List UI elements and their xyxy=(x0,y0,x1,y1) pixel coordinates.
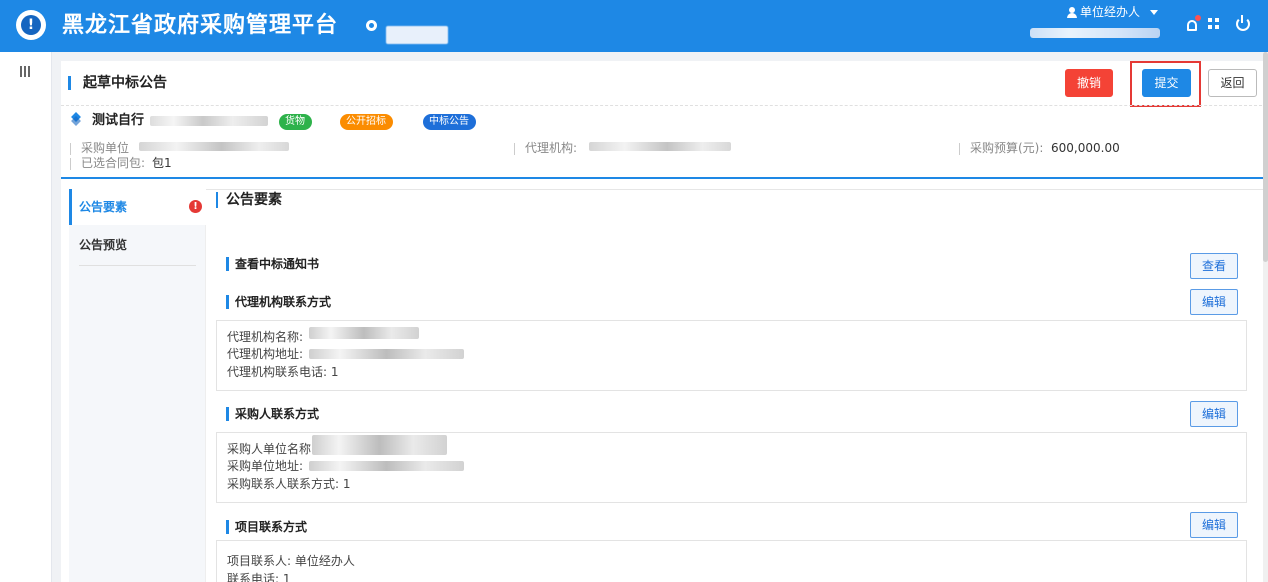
agency-label: 代理机构: xyxy=(525,141,578,155)
header-divider xyxy=(61,105,1267,106)
section-title-project: 项目联系方式 xyxy=(235,520,308,534)
left-rail xyxy=(0,52,52,582)
agency-phone-line: 代理机构联系电话: 1 xyxy=(227,365,339,379)
section-title-agency: 代理机构联系方式 xyxy=(235,295,332,309)
tag-open-label: 公开招标 xyxy=(346,116,386,127)
nav-item-label: 公告要素 xyxy=(79,200,128,214)
location-icon[interactable] xyxy=(366,20,377,31)
project-contact-line: 项目联系人: 单位经办人 xyxy=(227,554,355,568)
nav-item-notice-preview[interactable]: 公告预览 xyxy=(69,227,206,263)
edit-agency-button[interactable]: 编辑 xyxy=(1190,289,1238,315)
purchaser-info-box: 采购人单位名称: 采购单位地址: 采购联系人联系方式: 1 xyxy=(216,432,1247,503)
tag-open-bid: 公开招标 xyxy=(340,114,393,130)
logo-icon xyxy=(16,10,46,40)
page-scrollbar[interactable] xyxy=(1263,52,1268,582)
nav-divider xyxy=(79,265,196,266)
cancel-button[interactable]: 撤销 xyxy=(1065,69,1113,97)
section-accent xyxy=(226,295,229,309)
project-info-box: 项目联系人: 单位经办人 联系电话: 1 xyxy=(216,540,1247,582)
tag-award: 中标公告 xyxy=(423,114,476,130)
agency-address-blurred xyxy=(309,349,464,359)
agency-info-box: 代理机构名称: 代理机构地址: 代理机构联系电话: 1 xyxy=(216,320,1247,391)
section-accent xyxy=(226,257,229,271)
bell-icon[interactable] xyxy=(1187,20,1197,31)
budget-label: 采购预算(元): xyxy=(970,141,1044,155)
budget-value: 600,000.00 xyxy=(1051,141,1120,155)
form-title: 公告要素 xyxy=(226,192,282,208)
user-role-dropdown[interactable]: 单位经办人 xyxy=(1080,4,1140,20)
meta-separator xyxy=(959,143,960,155)
purchaser-address-line: 采购单位地址: xyxy=(227,459,304,473)
section-title-purchaser: 采购人联系方式 xyxy=(235,407,320,421)
purchaser-contact-line: 采购联系人联系方式: 1 xyxy=(227,477,351,491)
nav-item-label: 公告预览 xyxy=(79,238,128,252)
meta-separator xyxy=(70,143,71,155)
section-accent xyxy=(226,407,229,421)
layers-icon xyxy=(70,112,82,124)
expand-icon[interactable] xyxy=(1208,18,1221,31)
top-header: 黑龙江省政府采购管理平台 单位经办人 xyxy=(0,0,1268,52)
purchase-unit-blurred xyxy=(139,142,289,151)
submit-button[interactable]: 提交 xyxy=(1142,69,1191,97)
menu-icon[interactable] xyxy=(20,66,30,77)
view-notice-button[interactable]: 查看 xyxy=(1190,253,1238,279)
nav-item-notice-elements[interactable]: 公告要素 ! xyxy=(69,189,206,225)
notification-dot xyxy=(1195,15,1201,21)
project-name: 测试自行 xyxy=(92,113,145,128)
purchaser-name-line: 采购人单位名称: xyxy=(227,442,316,456)
section-title-notice: 查看中标通知书 xyxy=(235,257,320,271)
power-icon[interactable] xyxy=(1236,15,1250,31)
purchase-unit-label: 采购单位 xyxy=(81,141,130,155)
edit-purchaser-button[interactable]: 编辑 xyxy=(1190,401,1238,427)
tag-award-label: 中标公告 xyxy=(429,116,469,127)
selected-contract-value: 包1 xyxy=(152,156,172,170)
region-blurred xyxy=(386,26,448,44)
meta-separator xyxy=(70,158,71,170)
side-nav: 公告要素 ! 公告预览 xyxy=(69,189,206,582)
purchaser-address-blurred xyxy=(309,461,464,471)
agency-name-line: 代理机构名称: xyxy=(227,330,304,344)
agency-address-line: 代理机构地址: xyxy=(227,347,304,361)
org-name-blurred xyxy=(1030,28,1160,38)
section-accent xyxy=(226,520,229,534)
back-button[interactable]: 返回 xyxy=(1208,69,1257,97)
app-title: 黑龙江省政府采购管理平台 xyxy=(62,13,339,38)
project-phone-line: 联系电话: 1 xyxy=(227,572,291,582)
user-icon xyxy=(1067,7,1077,18)
page-title: 起草中标公告 xyxy=(83,75,167,91)
caret-down-icon[interactable] xyxy=(1150,10,1158,15)
main-panel: 起草中标公告 撤销 提交 返回 测试自行 货物 公开招标 中标公告 采购单位 已… xyxy=(61,61,1267,582)
tag-goods: 货物 xyxy=(279,114,312,130)
project-name-blurred xyxy=(150,116,268,126)
edit-project-contact-button[interactable]: 编辑 xyxy=(1190,512,1238,538)
meta-separator xyxy=(514,143,515,155)
agency-blurred xyxy=(589,142,731,151)
section-divider xyxy=(61,177,1267,179)
agency-name-blurred xyxy=(309,327,419,339)
form-area: 公告要素 查看中标通知书 查看 代理机构联系方式 编辑 代理机构名称: 代理机构… xyxy=(206,189,1267,582)
title-accent xyxy=(68,76,71,90)
purchaser-name-blurred xyxy=(312,435,447,455)
selected-contract-label: 已选合同包: xyxy=(81,156,146,170)
tag-goods-label: 货物 xyxy=(285,116,305,127)
scroll-thumb[interactable] xyxy=(1263,52,1268,262)
form-title-accent xyxy=(216,192,218,208)
alert-icon: ! xyxy=(189,200,202,213)
